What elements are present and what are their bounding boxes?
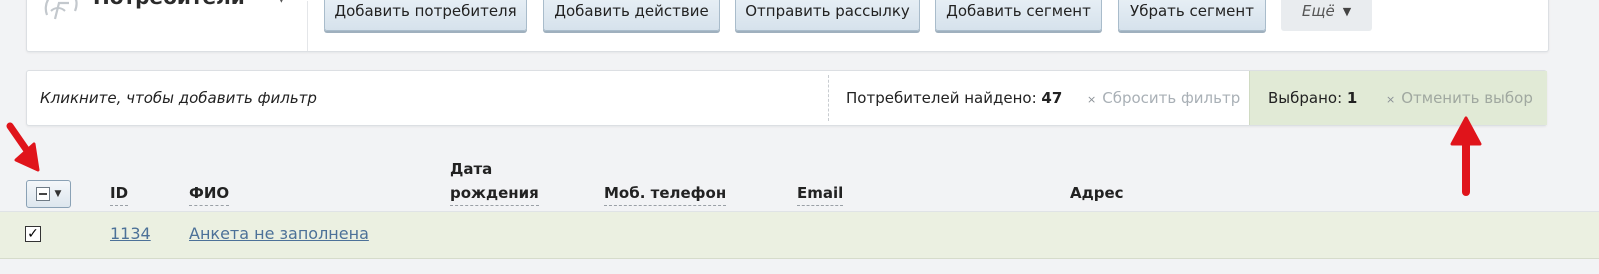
add-consumer-button[interactable]: Добавить потребителя: [324, 0, 527, 31]
found-count-text: Потребителей найдено: 47: [846, 75, 1062, 121]
row-id-link[interactable]: 1134: [110, 224, 151, 243]
toolbar: Потребители ▼ Добавить потребителя Добав…: [26, 0, 1549, 52]
caret-down-icon: ▼: [1342, 4, 1352, 18]
column-header-name[interactable]: ФИО: [189, 181, 230, 206]
column-header-birth-line1[interactable]: Дата: [450, 157, 492, 181]
column-header-id[interactable]: ID: [110, 181, 129, 206]
more-dropdown-button[interactable]: Ещё ▼: [1281, 0, 1372, 31]
add-filter-input[interactable]: Кликните, чтобы добавить фильтр: [40, 71, 317, 125]
selected-count: 1: [1346, 89, 1358, 107]
divider: [307, 1, 308, 51]
column-header-email[interactable]: Email: [797, 181, 844, 206]
send-mailing-button[interactable]: Отправить рассылку: [735, 0, 920, 31]
add-action-button[interactable]: Добавить действие: [543, 0, 720, 31]
annotation-arrow-icon: [1450, 116, 1482, 196]
reset-filter-label: Сбросить фильтр: [1102, 89, 1241, 107]
select-all-dropdown[interactable]: ▼: [26, 180, 71, 208]
found-count: 47: [1041, 89, 1063, 107]
found-summary: Потребителей найдено: 47 × Сбросить фильт…: [828, 75, 1249, 121]
filter-bar: Кликните, чтобы добавить фильтр Потребит…: [26, 70, 1547, 126]
selected-count-text: Выбрано: 1: [1268, 71, 1357, 125]
deselect-label: Отменить выбор: [1401, 89, 1533, 107]
section-title: Потребители: [93, 0, 245, 9]
column-header-birth-line2[interactable]: рождения: [450, 181, 539, 206]
selected-label: Выбрано:: [1268, 89, 1343, 107]
caret-down-icon[interactable]: ▼: [276, 0, 287, 5]
column-header-address: Адрес: [1070, 184, 1124, 202]
table-row: ✓ 1134 Анкета не заполнена: [0, 212, 1599, 259]
caret-down-icon: ▼: [54, 189, 62, 199]
annotation-arrow-icon: [6, 122, 40, 172]
reset-filter-link[interactable]: × Сбросить фильтр: [1087, 75, 1240, 123]
close-icon: ×: [1087, 93, 1097, 106]
more-label: Ещё: [1301, 2, 1335, 20]
column-header-phone[interactable]: Моб. телефон: [604, 181, 727, 206]
close-icon: ×: [1386, 93, 1396, 106]
add-segment-button[interactable]: Добавить сегмент: [935, 0, 1102, 31]
partial-checkbox-icon: [35, 187, 50, 201]
row-name-link[interactable]: Анкета не заполнена: [189, 224, 369, 243]
remove-segment-button[interactable]: Убрать сегмент: [1118, 0, 1266, 31]
row-checkbox[interactable]: ✓: [25, 226, 41, 242]
found-label: Потребителей найдено:: [846, 89, 1037, 107]
selection-summary: Выбрано: 1 × Отменить выбор: [1249, 71, 1547, 125]
app-logo-icon: [44, 0, 78, 20]
